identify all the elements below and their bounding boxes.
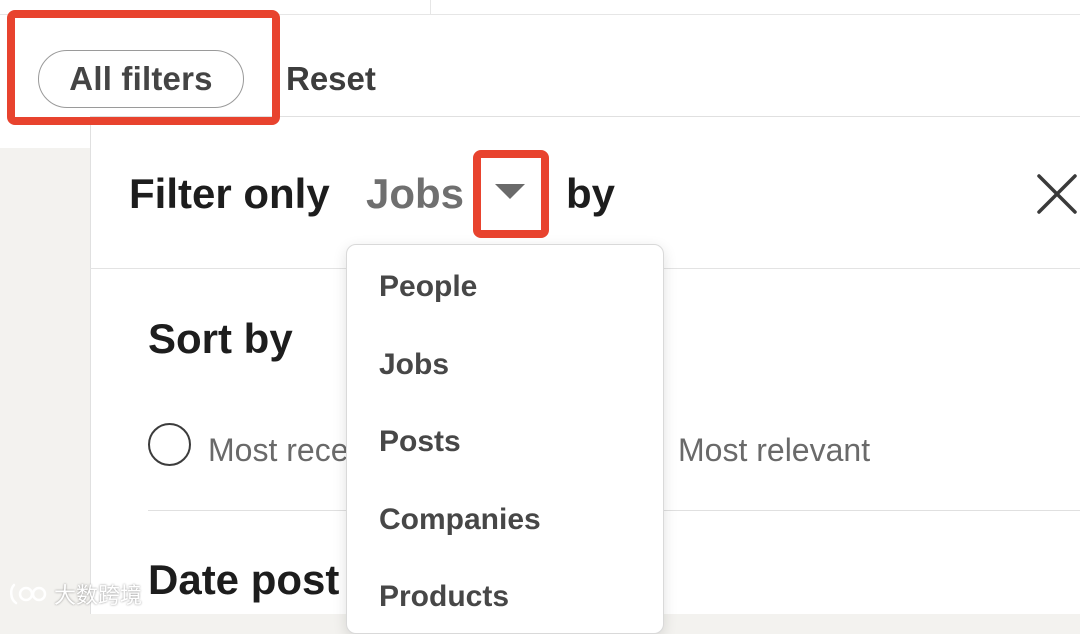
sort-most-recent-label[interactable]: Most rece <box>208 432 348 469</box>
close-icon[interactable] <box>1036 173 1078 215</box>
watermark: 大数跨境 <box>8 578 142 610</box>
dropdown-item-posts[interactable]: Posts <box>379 425 461 459</box>
toolbar-vertical-divider <box>430 0 431 14</box>
content-type-select[interactable]: Jobs <box>366 170 464 218</box>
watermark-text: 大数跨境 <box>54 583 143 608</box>
chevron-down-icon[interactable] <box>495 184 525 199</box>
filter-only-label: Filter only <box>129 170 330 217</box>
toolbar-divider <box>0 14 1080 15</box>
by-label: by <box>566 170 616 217</box>
date-posted-heading: Date post <box>148 556 340 603</box>
content-type-dropdown: People Jobs Posts Companies Products <box>346 244 664 634</box>
dropdown-item-products[interactable]: Products <box>379 580 509 614</box>
dropdown-item-people[interactable]: People <box>379 270 477 304</box>
sort-most-recent-radio[interactable] <box>148 423 191 466</box>
sort-most-relevant-label[interactable]: Most relevant <box>678 432 870 469</box>
dropdown-item-jobs[interactable]: Jobs <box>379 348 449 382</box>
watermark-logo-icon <box>10 583 47 605</box>
all-filters-button[interactable]: All filters <box>38 50 244 108</box>
sort-by-heading: Sort by <box>148 315 293 362</box>
dropdown-item-companies[interactable]: Companies <box>379 503 541 537</box>
reset-button[interactable]: Reset <box>286 60 376 98</box>
